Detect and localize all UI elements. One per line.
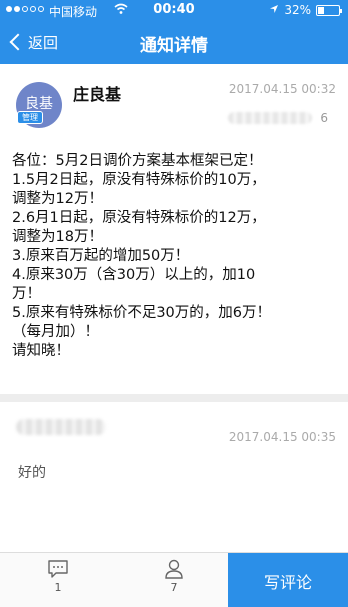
write-comment-button[interactable]: 写评论: [228, 553, 348, 607]
section-divider: [0, 394, 348, 402]
blur-patch: [16, 419, 106, 435]
location-arrow-icon: [269, 3, 279, 17]
author-name[interactable]: 庄良基: [73, 81, 121, 105]
blurred-digit: 6: [320, 111, 328, 125]
bottom-bar: 1 7 写评论: [0, 552, 348, 607]
page-title: 通知详情: [140, 36, 208, 56]
header: 中国移动 00:40 32% 返回 通知详情: [0, 0, 348, 64]
battery-percent: 32%: [284, 3, 311, 17]
notice-line: 5.原来有特殊标价不足30万的，加6万！: [12, 305, 272, 321]
notice-line: 4.原来30万（含30万）以上的，加10: [12, 267, 256, 283]
avatar-text: 良基: [25, 96, 53, 112]
read-count: 7: [170, 581, 178, 594]
status-right: 32%: [269, 3, 342, 17]
comment-count: 1: [54, 581, 62, 594]
blur-patch: [228, 112, 313, 124]
comment-bubble-icon: [47, 559, 69, 579]
notice-line: 请知晓！: [12, 343, 70, 359]
nav-bar: 返回 通知详情: [0, 20, 348, 64]
blurred-info: 6: [218, 110, 328, 126]
notice-line: 调整为12万！: [12, 191, 103, 207]
notice-card: 良基 管理 庄良基 2017.04.15 00:32 6 各位：5月2日调价方案…: [0, 64, 348, 394]
notice-time: 2017.04.15 00:32: [228, 82, 336, 96]
comment-item: 2017.04.15 00:35 好的: [0, 402, 348, 552]
notice-line: 3.原来百万起的增加50万！: [12, 248, 190, 264]
notice-body: 各位：5月2日调价方案基本框架已定！ 1.5月2日起，原没有特殊标价的10万， …: [12, 152, 340, 361]
comment-text: 好的: [18, 465, 46, 481]
battery-fill: [318, 6, 325, 14]
comment-time: 2017.04.15 00:35: [228, 430, 336, 444]
person-icon: [163, 559, 185, 579]
readers-button[interactable]: 7: [144, 559, 204, 603]
notice-line: （每月加）！: [12, 324, 99, 340]
notice-detail-screen: 中国移动 00:40 32% 返回 通知详情 良基 管理 庄良基 2017.04…: [0, 0, 348, 607]
notice-line: 1.5月2日起，原没有特殊标价的10万，: [12, 172, 266, 188]
blurred-commenter: [16, 414, 110, 440]
battery-icon: [316, 4, 342, 16]
admin-badge: 管理: [17, 111, 43, 124]
notice-line: 2.6月1日起，原没有特殊标价的12万，: [12, 210, 266, 226]
comments-button[interactable]: 1: [28, 559, 88, 603]
notice-line: 万！: [12, 286, 41, 302]
status-bar: 中国移动 00:40 32%: [0, 0, 348, 20]
notice-line: 各位：5月2日调价方案基本框架已定！: [12, 153, 263, 169]
notice-line: 调整为18万！: [12, 229, 103, 245]
